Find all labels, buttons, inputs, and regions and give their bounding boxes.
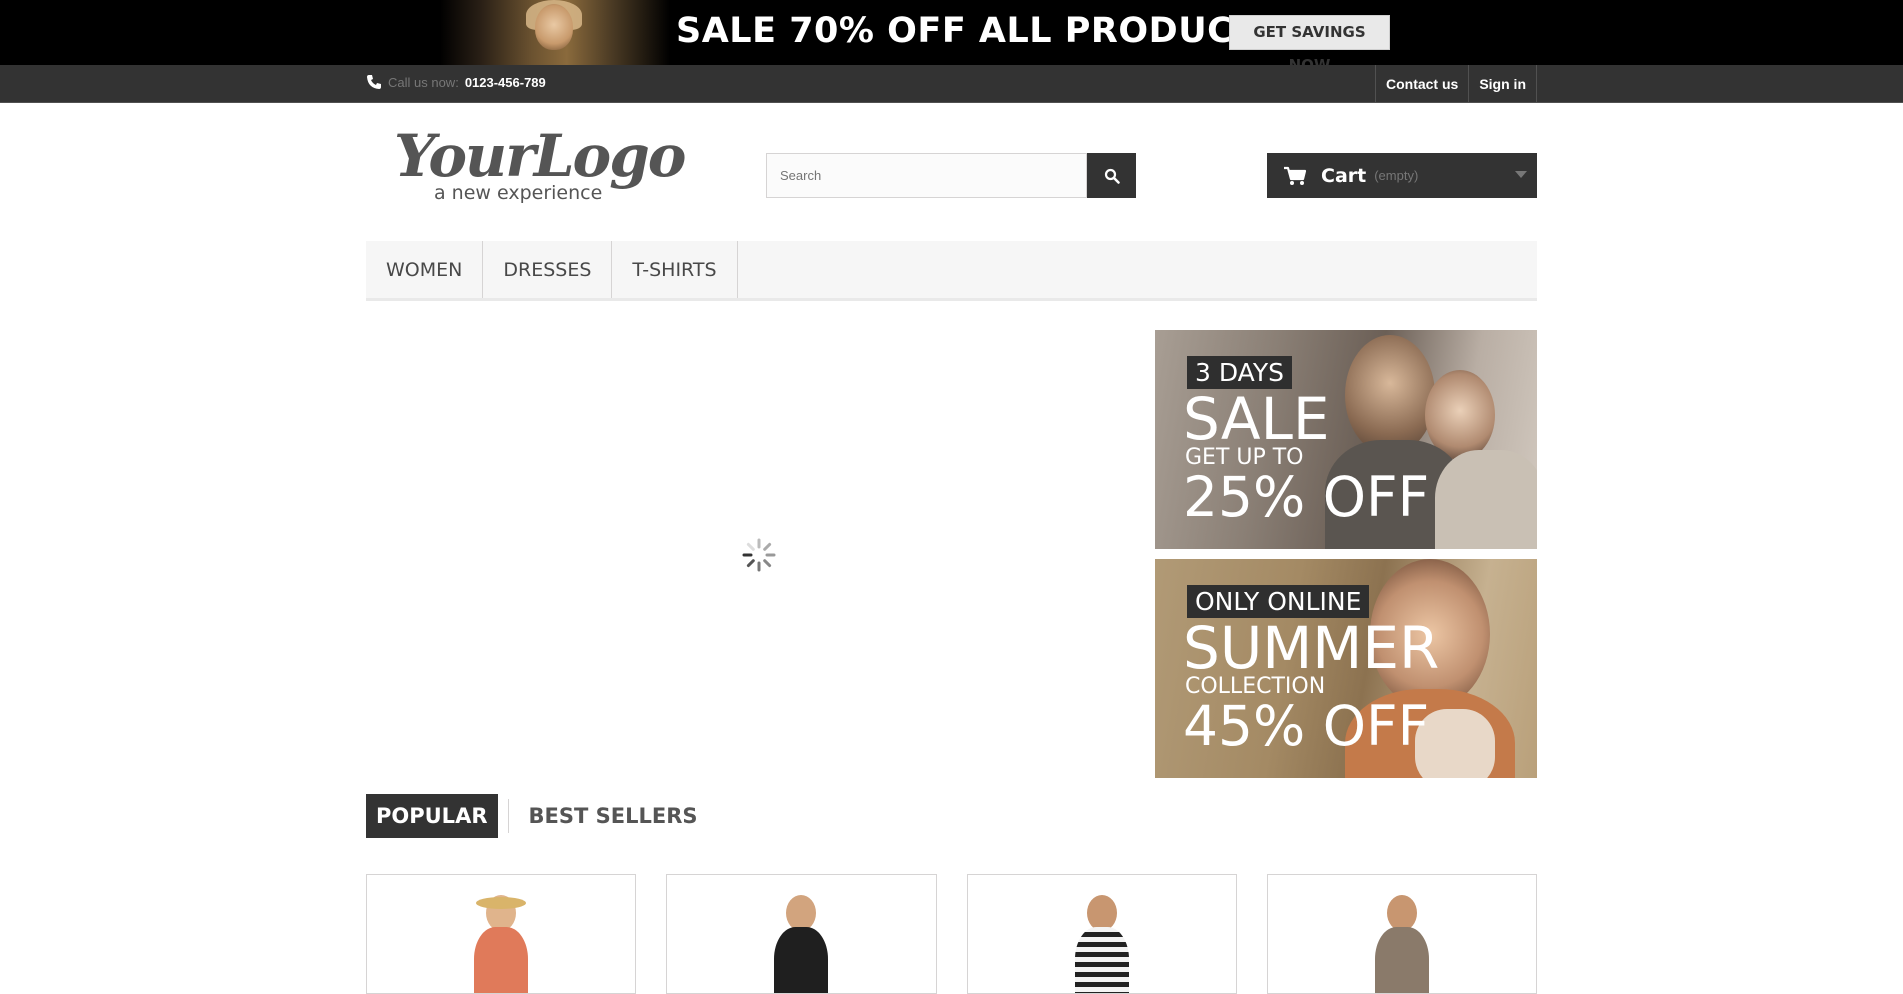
cart-icon <box>1284 166 1307 185</box>
product-list <box>366 874 1537 994</box>
phone-number: 0123-456-789 <box>464 74 546 90</box>
home-slider[interactable] <box>366 330 1134 780</box>
search-input[interactable] <box>766 153 1088 198</box>
header-links: Contact us Sign in <box>1374 65 1537 103</box>
product-image <box>766 895 836 993</box>
menu-item-tshirts[interactable]: T-SHIRTS <box>612 241 738 298</box>
call-label: Call us now: <box>388 74 459 90</box>
sign-in-link[interactable]: Sign in <box>1469 65 1537 103</box>
product-card[interactable] <box>666 874 937 994</box>
cart-status: (empty) <box>1374 168 1419 183</box>
tab-popular[interactable]: POPULAR <box>366 794 498 838</box>
promo-banner[interactable]: SALE 70% OFF ALL PRODUCTS GET SAVINGS NO… <box>0 0 1903 74</box>
search-button[interactable] <box>1087 153 1136 198</box>
site-logo[interactable]: YourLogo a new experience <box>394 122 686 206</box>
main-menu: WOMEN DRESSES T-SHIRTS <box>366 241 1537 301</box>
phone-icon <box>367 75 381 89</box>
product-card[interactable] <box>1266 874 1537 994</box>
product-image <box>1067 895 1137 993</box>
tab-best-sellers[interactable]: BEST SELLERS <box>519 794 708 838</box>
promo-banner-sale[interactable]: 3 DAYS SALE GET UP TO 25% OFF <box>1155 330 1537 549</box>
banner-discount: 25% OFF <box>1183 465 1430 529</box>
promo-banner-summer[interactable]: ONLY ONLINE SUMMER COLLECTION 45% OFF <box>1155 559 1537 778</box>
product-tabs: POPULAR BEST SELLERS <box>366 794 707 838</box>
contact-us-link[interactable]: Contact us <box>1376 65 1470 103</box>
banner-discount: 45% OFF <box>1183 694 1430 758</box>
logo-main: YourLogo <box>394 122 686 190</box>
banner-title: SUMMER <box>1183 614 1440 682</box>
call-us: Call us now: 0123-456-789 <box>366 74 546 90</box>
product-image <box>1367 895 1437 993</box>
couple-image <box>1345 335 1435 455</box>
chevron-down-icon[interactable] <box>1515 171 1527 178</box>
menu-item-women[interactable]: WOMEN <box>366 241 484 298</box>
promo-model-image <box>440 0 670 65</box>
menu-item-dresses[interactable]: DRESSES <box>483 241 613 298</box>
cart-label: Cart <box>1321 164 1367 187</box>
get-savings-button[interactable]: GET SAVINGS NOW <box>1229 15 1390 74</box>
promo-text: SALE 70% OFF ALL PRODUCTS <box>676 11 1284 51</box>
search-form <box>766 153 1136 198</box>
top-nav-bar <box>0 65 1903 103</box>
tab-divider <box>507 799 509 833</box>
search-icon <box>1104 168 1120 184</box>
product-card[interactable] <box>966 874 1237 994</box>
loading-spinner-icon <box>742 538 776 572</box>
product-image <box>466 895 536 993</box>
product-card[interactable] <box>366 874 637 994</box>
cart-button[interactable]: Cart (empty) <box>1267 153 1537 198</box>
banner-title: SALE <box>1183 385 1330 453</box>
logo-tagline: a new experience <box>434 182 603 204</box>
